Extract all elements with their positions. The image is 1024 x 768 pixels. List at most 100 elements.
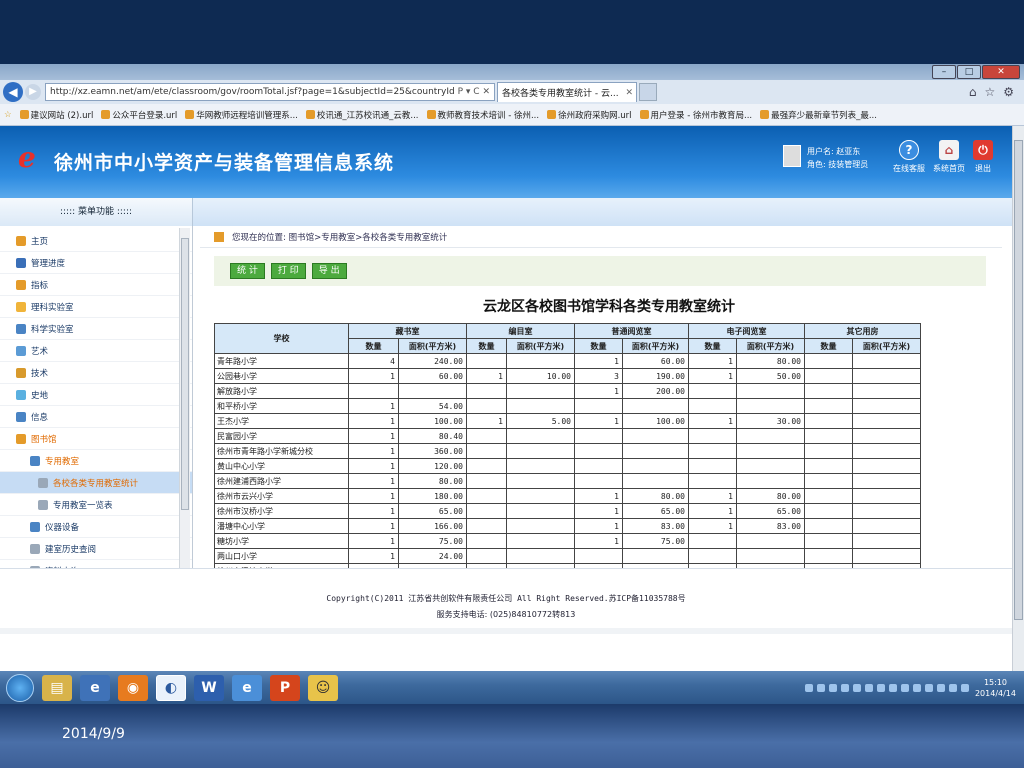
- page-scroll-thumb[interactable]: [1014, 140, 1023, 620]
- url-text: http://xz.eamn.net/am/ete/classroom/gov/…: [50, 87, 455, 97]
- favorite-link[interactable]: 华网教师远程培训管理系...: [185, 109, 298, 121]
- remote-desktop-icon[interactable]: ◐: [156, 674, 186, 701]
- sidebar-scrollbar[interactable]: [179, 228, 190, 568]
- value-cell: [506, 503, 575, 519]
- value-cell: [466, 518, 507, 534]
- settings-gear-icon[interactable]: ⚙: [1003, 85, 1014, 99]
- ie-active-icon[interactable]: e: [232, 674, 262, 701]
- value-cell: 10.00: [506, 368, 575, 384]
- sidebar-item[interactable]: 主页: [0, 230, 192, 252]
- value-cell: [688, 428, 737, 444]
- word-icon[interactable]: W: [194, 674, 224, 701]
- value-cell: [348, 383, 399, 399]
- column-sub-header: 数量: [466, 338, 507, 354]
- sidebar-item[interactable]: 各校各类专用教室统计: [0, 472, 192, 494]
- app-face-icon[interactable]: ☺: [308, 674, 338, 701]
- sidebar-item[interactable]: 专用教室一览表: [0, 494, 192, 516]
- favorite-link[interactable]: 徐州政府采购网.url: [547, 109, 632, 121]
- help-button[interactable]: ? 在线客服: [893, 140, 925, 174]
- sidebar-item[interactable]: 专用教室: [0, 450, 192, 472]
- browser-tab[interactable]: 各校各类专用教室统计 - 云... ✕: [497, 82, 637, 102]
- menu-item-icon: [16, 235, 26, 246]
- sidebar-item[interactable]: 建室历史查阅: [0, 538, 192, 560]
- value-cell: [574, 473, 623, 489]
- sidebar-item[interactable]: 理科实验室: [0, 296, 192, 318]
- powerpoint-icon[interactable]: P: [270, 674, 300, 701]
- address-actions[interactable]: P ▾ C ✕: [458, 87, 494, 97]
- sidebar-item-label: 专用教室: [45, 456, 80, 467]
- explorer-icon[interactable]: ▤: [42, 674, 72, 701]
- sidebar-item-label: 管理进度: [31, 258, 66, 269]
- support-text: 服务支持电话: (025)84810772转813: [436, 610, 576, 619]
- favorite-link[interactable]: 用户登录 - 徐州市教育局...: [639, 109, 752, 121]
- value-cell: [852, 368, 921, 384]
- sidebar-item[interactable]: 指标: [0, 274, 192, 296]
- value-cell: [574, 398, 623, 414]
- value-cell: [804, 383, 853, 399]
- sidebar-item[interactable]: 科学实验室: [0, 318, 192, 340]
- value-cell: [622, 473, 689, 489]
- table-row: 民富园小学 1 80.40: [214, 428, 921, 444]
- value-cell: [506, 443, 575, 459]
- favorite-label: 教师教育技术培训 - 徐州...: [437, 110, 540, 121]
- print-button[interactable]: 打 印: [270, 263, 306, 279]
- sidebar-item[interactable]: 艺术: [0, 340, 192, 362]
- close-window-button[interactable]: ✕: [982, 65, 1020, 79]
- favorites-star-icon[interactable]: ☆: [984, 85, 995, 99]
- favorite-icon: [185, 110, 195, 119]
- help-icon: ?: [899, 140, 919, 160]
- ie-browser-icon[interactable]: e: [80, 674, 110, 701]
- tray-icons[interactable]: [804, 683, 969, 692]
- address-bar[interactable]: http://xz.eamn.net/am/ete/classroom/gov/…: [45, 83, 495, 101]
- stats-button[interactable]: 统 计: [230, 263, 265, 279]
- menu-item-icon: [16, 411, 26, 422]
- sidebar-item[interactable]: 史地: [0, 384, 192, 406]
- sidebar-item[interactable]: 管理进度: [0, 252, 192, 274]
- page-scrollbar[interactable]: [1012, 126, 1024, 671]
- slide-date: 2014/9/9: [62, 726, 125, 742]
- school-name-cell: 徐州市云兴小学: [214, 488, 349, 504]
- value-cell: [688, 398, 737, 414]
- value-cell: 80.00: [736, 353, 805, 369]
- sidebar-item-label: 信息: [31, 412, 49, 423]
- column-sub-header: 数量: [688, 338, 737, 354]
- back-button[interactable]: ◀: [3, 82, 23, 102]
- favorite-label: 华网教师远程培训管理系...: [196, 110, 298, 121]
- forward-button[interactable]: ▶: [25, 84, 41, 100]
- sidebar-item[interactable]: 信息: [0, 406, 192, 428]
- favorite-link[interactable]: 最强弃少最新章节列表_最...: [760, 109, 877, 121]
- favorite-link[interactable]: 校讯通_江苏校讯通_云教...: [305, 109, 419, 121]
- table-title: 云龙区各校图书馆学科各类专用教室统计: [483, 299, 735, 315]
- sidebar-item[interactable]: 技术: [0, 362, 192, 384]
- favorite-link[interactable]: 建议网站 (2).url: [19, 109, 93, 121]
- favorite-link[interactable]: 公众平台登录.url: [101, 109, 177, 121]
- sidebar-item-label: 建室历史查阅: [45, 544, 97, 555]
- sidebar-menu: 主页管理进度指标理科实验室科学实验室 艺术 技术 史地信息图书馆专用教室各校各类专用教…: [0, 226, 193, 568]
- firefox-icon[interactable]: ◉: [118, 674, 148, 701]
- menu-item-icon: [30, 543, 40, 554]
- favorite-link[interactable]: 教师教育技术培训 - 徐州...: [426, 109, 540, 121]
- favorites-star-icon[interactable]: ☆: [4, 110, 12, 120]
- restore-button[interactable]: □: [957, 65, 981, 79]
- value-cell: 1: [348, 518, 399, 534]
- table-row: 糖坊小学 1 75.00 1 75.00: [214, 533, 921, 549]
- start-button[interactable]: [6, 673, 34, 702]
- value-cell: 1: [348, 473, 399, 489]
- sidebar-item[interactable]: 仪器设备: [0, 516, 192, 538]
- sidebar-scroll-thumb[interactable]: [181, 238, 189, 510]
- clock[interactable]: 15:10 2014/4/14: [975, 677, 1016, 699]
- home-icon[interactable]: ⌂: [969, 85, 977, 99]
- value-cell: [622, 428, 689, 444]
- new-tab-button[interactable]: [639, 83, 657, 101]
- export-button[interactable]: 导 出: [311, 263, 347, 279]
- value-cell: 1: [688, 503, 737, 519]
- column-group-header: 普通阅览室: [574, 323, 689, 339]
- logout-button[interactable]: ⏻ 退出: [973, 140, 993, 174]
- tab-close-icon[interactable]: ✕: [625, 88, 636, 98]
- minimize-button[interactable]: –: [932, 65, 956, 79]
- sidebar-item-label: 理科实验室: [31, 302, 74, 313]
- value-cell: [804, 428, 853, 444]
- sidebar-item[interactable]: 图书馆: [0, 428, 192, 450]
- system-home-button[interactable]: ⌂ 系统首页: [933, 140, 965, 174]
- sidebar-item[interactable]: 资料查询: [0, 560, 192, 568]
